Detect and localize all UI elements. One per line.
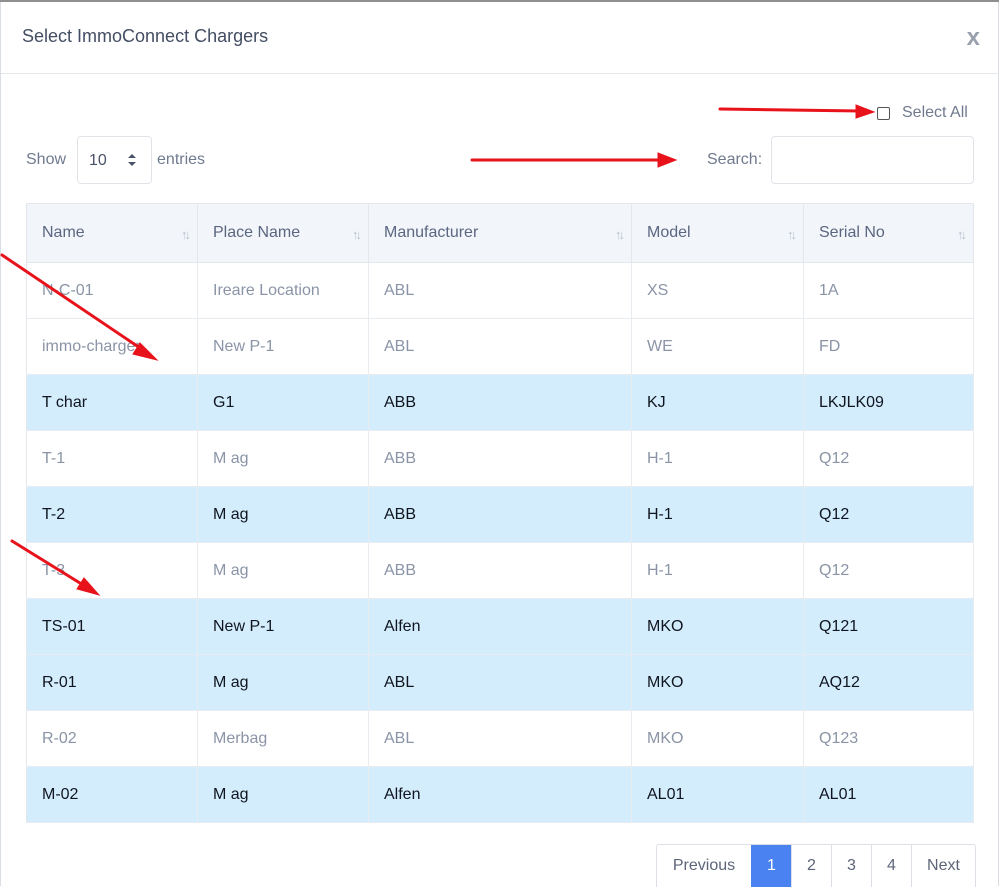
- annotation-arrow-head: [855, 104, 876, 119]
- annotation-arrow: [10, 539, 90, 590]
- annotation-arrows: [0, 104, 876, 596]
- annotation-arrow: [718, 107, 862, 113]
- annotation-arrow-head: [657, 152, 678, 168]
- annotation-arrow: [0, 253, 148, 354]
- annotation-arrow-head: [76, 577, 101, 596]
